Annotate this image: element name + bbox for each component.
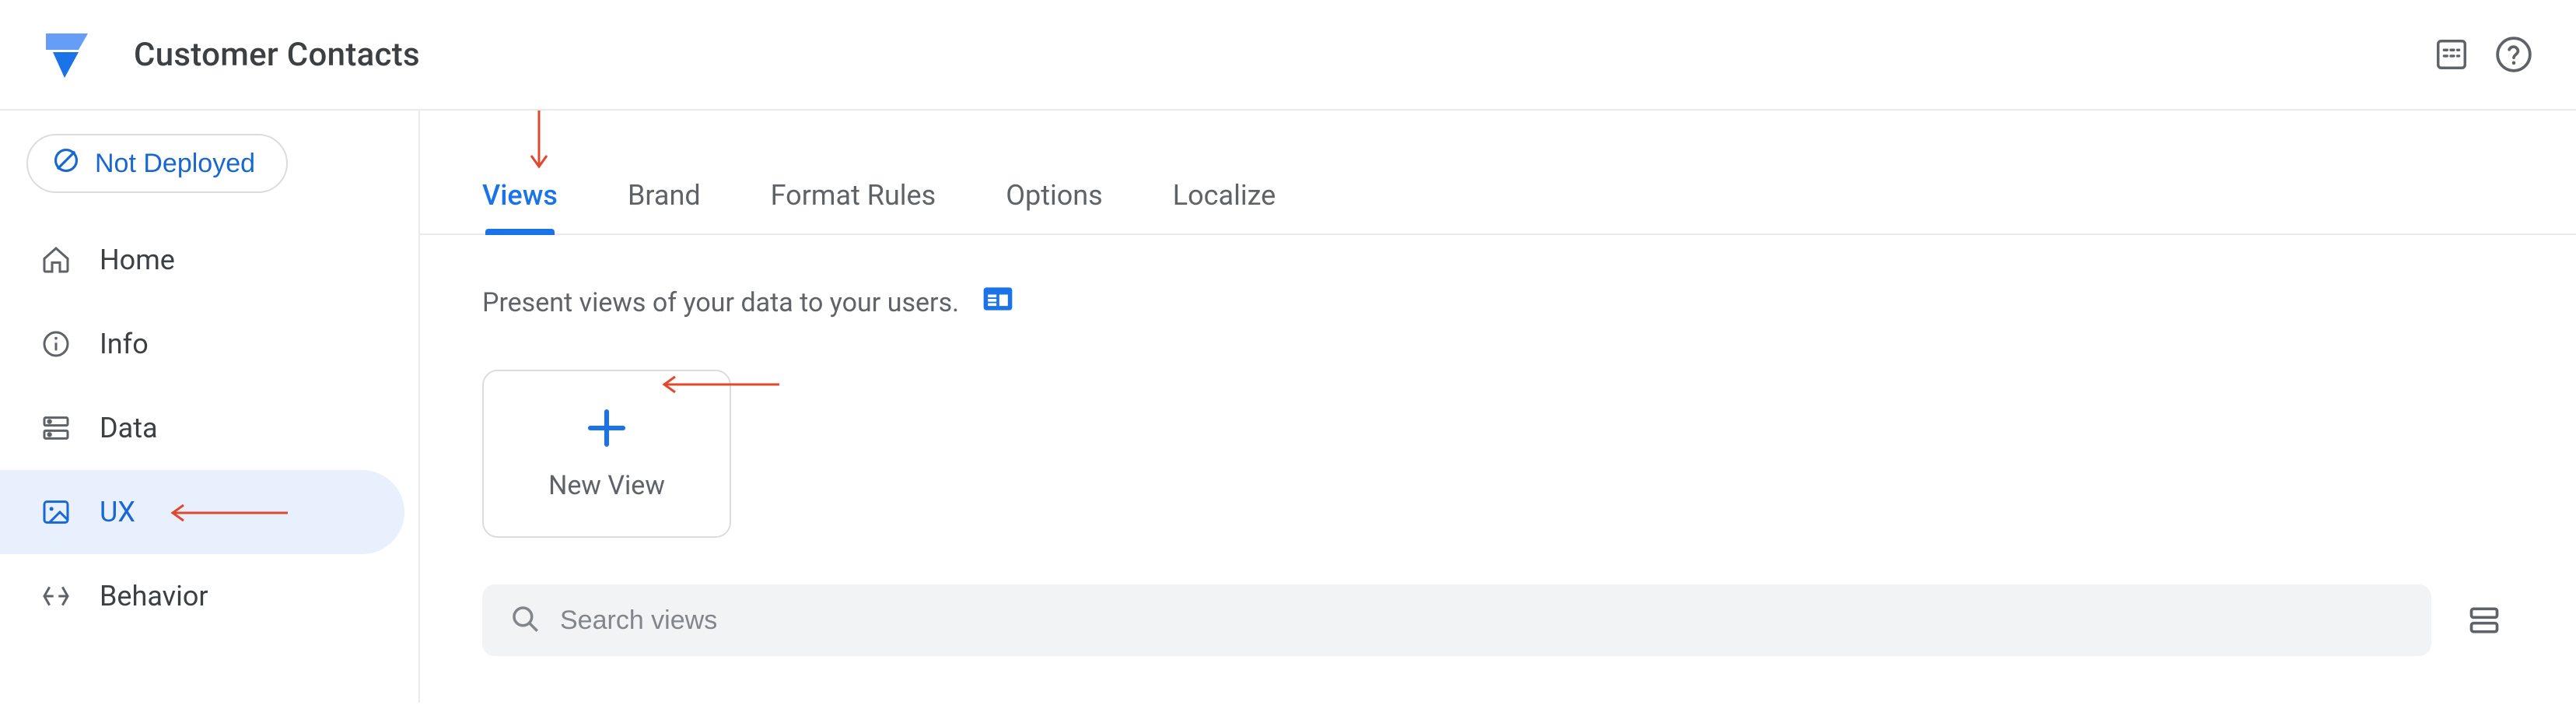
- home-icon: [39, 243, 73, 277]
- image-icon: [39, 495, 73, 529]
- views-subtitle-row: Present views of your data to your users…: [482, 282, 2506, 323]
- sidebar-item-info[interactable]: Info: [0, 302, 404, 386]
- sidebar-item-label: Info: [100, 328, 149, 360]
- sidebar-item-home[interactable]: Home: [0, 218, 404, 302]
- views-subtitle: Present views of your data to your users…: [482, 287, 959, 318]
- tab-options[interactable]: Options: [1006, 179, 1103, 233]
- sidebar-nav: Home Info Data UX: [0, 218, 418, 638]
- sidebar-item-label: Data: [100, 412, 158, 444]
- not-deployed-icon: [51, 146, 81, 182]
- appsheet-logo-icon[interactable]: [34, 22, 100, 87]
- search-icon: [509, 602, 541, 638]
- deploy-status-button[interactable]: Not Deployed: [26, 134, 288, 193]
- sidebar-item-behavior[interactable]: Behavior: [0, 554, 404, 638]
- plus-icon: [585, 406, 628, 453]
- sidebar-item-ux[interactable]: UX: [0, 470, 404, 554]
- tabs: Views Brand Format Rules Options Localiz…: [420, 111, 2576, 235]
- tab-localize[interactable]: Localize: [1173, 179, 1276, 233]
- layout-toggle-button[interactable]: [2462, 598, 2506, 642]
- sidebar-item-label: UX: [100, 496, 135, 528]
- annotation-arrow-icon: [156, 503, 288, 523]
- app-title: Customer Contacts: [134, 36, 420, 74]
- data-icon: [39, 411, 73, 445]
- behavior-icon: [39, 579, 73, 613]
- info-icon: [39, 327, 73, 361]
- content-area: Views Brand Format Rules Options Localiz…: [420, 111, 2576, 703]
- docs-icon[interactable]: [981, 282, 1015, 323]
- sidebar: Not Deployed Home Info Data: [0, 111, 420, 703]
- tab-brand[interactable]: Brand: [628, 179, 701, 233]
- sidebar-item-data[interactable]: Data: [0, 386, 404, 470]
- updates-icon[interactable]: [2424, 26, 2480, 82]
- app-bar: Customer Contacts: [0, 0, 2576, 111]
- sidebar-item-label: Home: [100, 244, 175, 276]
- tab-views[interactable]: Views: [482, 179, 558, 233]
- new-view-button[interactable]: New View: [482, 370, 731, 538]
- sidebar-item-label: Behavior: [100, 580, 208, 612]
- search-views-container: [482, 584, 2431, 656]
- tab-format-rules[interactable]: Format Rules: [771, 179, 936, 233]
- deploy-status-label: Not Deployed: [95, 149, 255, 179]
- help-icon[interactable]: [2486, 26, 2542, 82]
- new-view-label: New View: [548, 470, 665, 501]
- search-views-input[interactable]: [560, 605, 2405, 636]
